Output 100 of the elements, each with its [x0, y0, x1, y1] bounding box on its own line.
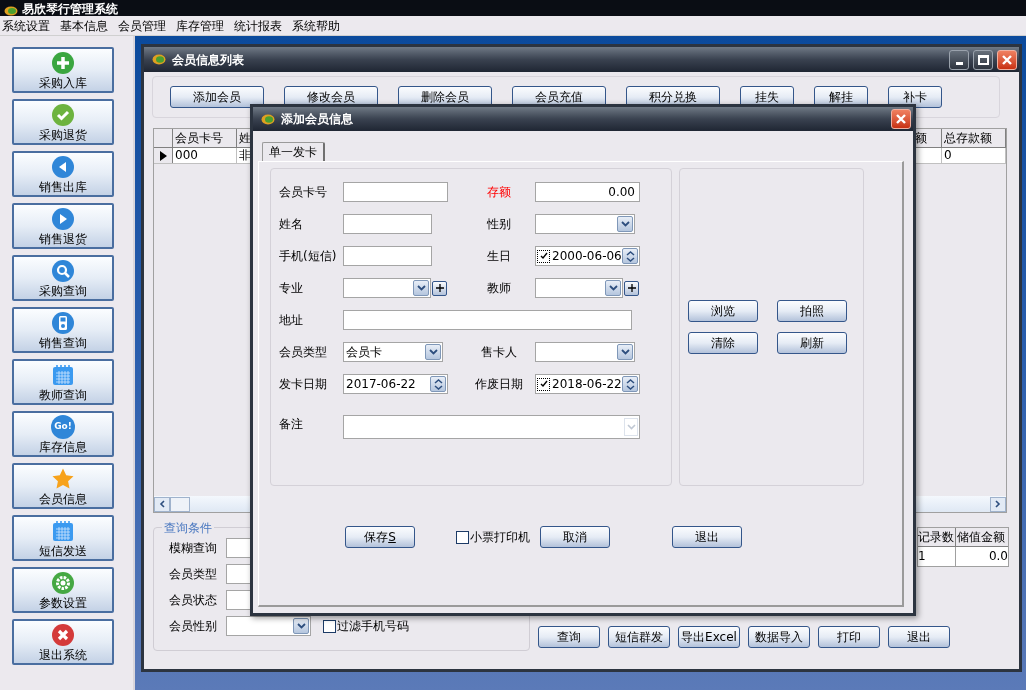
tab[interactable]: 单一发卡 [262, 142, 325, 161]
cancel-button[interactable]: 取消 [540, 526, 610, 548]
menu-item[interactable]: 系统设置 [0, 16, 52, 35]
column-header[interactable]: 总存款额 [942, 129, 1006, 147]
sidebar-button[interactable]: 销售查询 [12, 307, 114, 353]
field-label: 作废日期 [474, 376, 524, 393]
sidebar-button[interactable]: 退出系统 [12, 619, 114, 665]
date-field[interactable]: 2017-06-22 [343, 374, 448, 394]
field-label: 发卡日期 [279, 376, 328, 393]
close-icon [51, 623, 75, 647]
dropdown[interactable] [226, 616, 311, 636]
date-field[interactable]: 2000-06-06 [535, 246, 640, 266]
field-label: 专业 [279, 280, 304, 297]
table-cell: 000 [173, 148, 237, 163]
close-icon [1001, 53, 1013, 66]
menu-item[interactable]: 会员管理 [116, 16, 168, 35]
column-header: 储值金额 [956, 529, 1006, 546]
photo-button[interactable]: 拍照 [776, 300, 847, 322]
field-label: 售卡人 [480, 344, 518, 361]
field-label: 教师 [486, 280, 512, 297]
menu-item[interactable]: 统计报表 [232, 16, 284, 35]
table-cell-text: 0.0 [987, 548, 1008, 565]
close-button[interactable] [891, 109, 911, 129]
sidebar-button[interactable]: 采购入库 [12, 47, 114, 93]
scroll-left-icon[interactable] [154, 496, 170, 512]
toolbar-button[interactable]: 添加会员 [170, 86, 264, 108]
sidebar-button[interactable]: 参数设置 [12, 567, 114, 613]
checkbox-label: 小票打印机 [470, 529, 530, 546]
sidebar-button[interactable]: 教师查询 [12, 359, 114, 405]
action-button[interactable]: 导出Excel [678, 626, 740, 648]
exit-button[interactable]: 退出 [672, 526, 742, 548]
text-field[interactable] [343, 246, 432, 266]
spin-icon[interactable] [430, 376, 446, 392]
field-label: 生日 [486, 248, 512, 265]
leaf-logo-icon [152, 54, 166, 65]
spin-icon[interactable] [622, 376, 638, 392]
window-title: 会员信息列表 [172, 51, 244, 69]
media-player-icon [51, 311, 75, 335]
checkbox[interactable] [323, 619, 336, 633]
sidebar-button[interactable]: Go! 库存信息 [12, 411, 114, 457]
search-icon [51, 259, 75, 283]
field-label: 模糊查询 [169, 540, 218, 557]
text-field[interactable] [343, 310, 632, 330]
action-button[interactable]: 打印 [818, 626, 880, 648]
plus-icon [627, 284, 636, 292]
go-icon: Go! [51, 415, 75, 439]
amount-field[interactable]: 0.00 [535, 182, 640, 202]
photo-button[interactable]: 清除 [688, 332, 758, 354]
spin-icon[interactable] [622, 248, 638, 264]
add-button[interactable] [432, 280, 447, 296]
calendar-icon [51, 363, 75, 387]
field-label: 手机(短信) [279, 248, 338, 265]
field-label: 会员性别 [169, 618, 218, 635]
close-button[interactable] [997, 49, 1017, 70]
close-icon [895, 113, 907, 125]
menu-item[interactable]: 库存管理 [174, 16, 226, 35]
field-label: 备注 [279, 416, 304, 433]
maximize-button[interactable] [973, 49, 993, 70]
checkbox[interactable] [537, 249, 550, 263]
scroll-right-icon[interactable] [990, 496, 1006, 512]
field-label: 姓名 [279, 216, 304, 233]
save-button[interactable]: 保存S [345, 526, 415, 548]
photo-button[interactable]: 浏览 [688, 300, 758, 322]
app-title: 易欣琴行管理系统 [22, 2, 118, 16]
menu-item[interactable]: 基本信息 [58, 16, 110, 35]
sidebar-button[interactable]: 销售退货 [12, 203, 114, 249]
field-label: 存额 [486, 184, 512, 201]
table-cell: 0 [942, 148, 1006, 163]
column-header[interactable]: 会员卡号 [173, 129, 237, 147]
plus-icon [51, 51, 75, 75]
field-label: 会员卡号 [279, 184, 328, 201]
play-icon [51, 207, 75, 231]
checkbox[interactable] [456, 530, 469, 544]
field-label: 会员状态 [169, 592, 218, 609]
date-field[interactable]: 2018-06-22 [535, 374, 640, 394]
dropdown[interactable]: 会员卡 [343, 342, 443, 362]
text-field[interactable] [343, 182, 448, 202]
toolbar-button[interactable]: 补卡 [888, 86, 942, 108]
action-button[interactable]: 查询 [538, 626, 600, 648]
action-button[interactable]: 数据导入 [748, 626, 810, 648]
dropdown[interactable] [535, 342, 635, 362]
add-button[interactable] [624, 280, 639, 296]
scroll-thumb[interactable] [170, 496, 190, 512]
action-button[interactable]: 退出 [888, 626, 950, 648]
dropdown[interactable] [535, 214, 635, 234]
sidebar-button[interactable]: 销售出库 [12, 151, 114, 197]
sidebar-button[interactable]: 采购退货 [12, 99, 114, 145]
text-field[interactable] [343, 214, 432, 234]
menu-item[interactable]: 系统帮助 [290, 16, 342, 35]
action-button[interactable]: 短信群发 [608, 626, 670, 648]
minimize-button[interactable] [949, 49, 969, 70]
memo-field[interactable] [343, 415, 640, 439]
checkbox[interactable] [537, 377, 550, 391]
column-header: 记录数 [918, 528, 956, 546]
photo-button[interactable]: 刷新 [776, 332, 847, 354]
sidebar-button[interactable]: 会员信息 [12, 463, 114, 509]
gear-icon [51, 571, 75, 595]
sidebar-button[interactable]: 采购查询 [12, 255, 114, 301]
sidebar-button[interactable]: 短信发送 [12, 515, 114, 561]
star-icon [51, 467, 75, 491]
